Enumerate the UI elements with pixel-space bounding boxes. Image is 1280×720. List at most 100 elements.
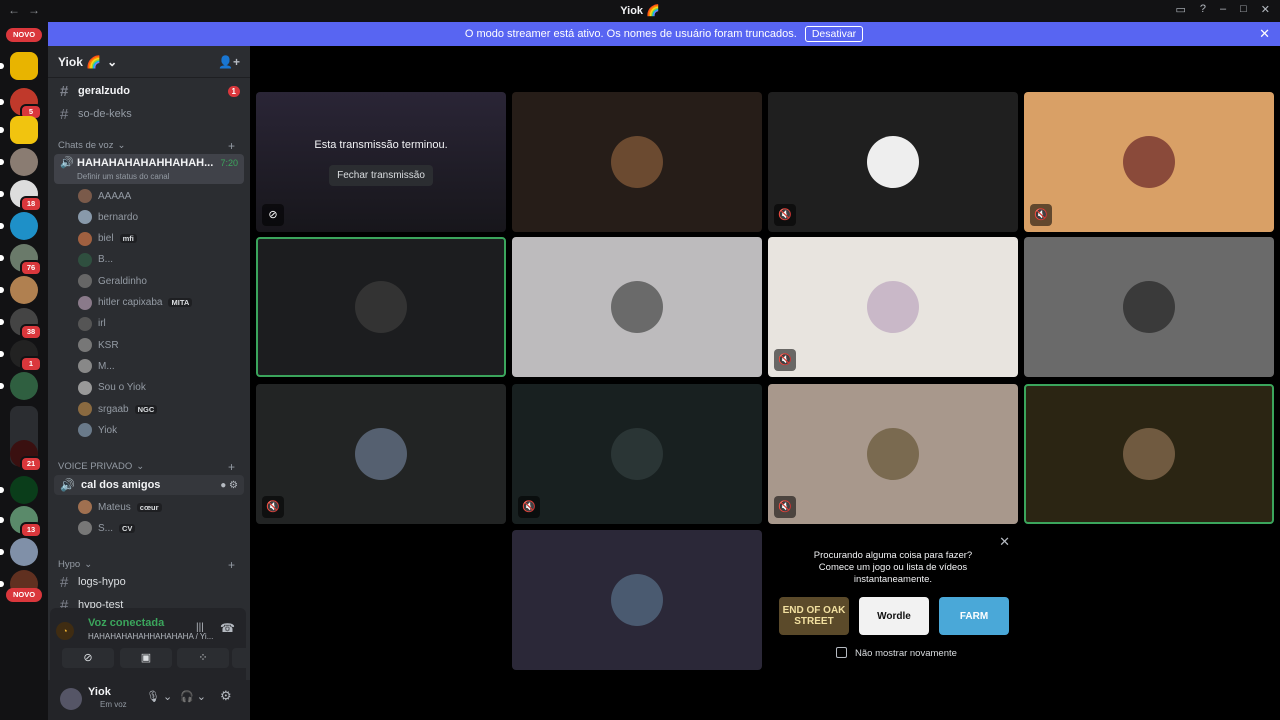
private-voice-channel[interactable]: 🔊 cal dos amigos ● ⚙: [54, 475, 244, 495]
disable-streamer-button[interactable]: Desativar: [804, 26, 864, 42]
server-header[interactable]: Yiok 🌈 ⌄ 👤+: [48, 46, 250, 78]
server-icon[interactable]: 13: [0, 506, 42, 538]
chevron-down-icon: ⌄: [136, 461, 145, 472]
server-icon[interactable]: [0, 148, 38, 176]
user-tag: MITA: [168, 298, 193, 307]
disconnect-icon[interactable]: ☎: [220, 621, 235, 635]
participant-tile[interactable]: [1024, 237, 1274, 377]
screen-share-button[interactable]: ▣: [120, 648, 172, 668]
noise-icon[interactable]: |||: [196, 622, 204, 633]
avatar: [1123, 428, 1175, 480]
server-icon[interactable]: [0, 538, 38, 566]
server-icon[interactable]: 76: [0, 244, 42, 276]
game-card[interactable]: FARM: [939, 597, 1009, 635]
channel-logs-hypo[interactable]: # logs-hypo: [54, 571, 244, 593]
channel-label: cal dos amigos: [80, 479, 161, 491]
server-icon[interactable]: 1: [0, 340, 42, 372]
private-user[interactable]: Mateus cœur: [78, 497, 242, 517]
avatar: [867, 428, 919, 480]
voice-timer: 7:20: [220, 158, 238, 168]
server-icon[interactable]: 18: [0, 180, 42, 212]
user-name: Sou o Yiok: [98, 382, 146, 394]
server-icon[interactable]: 5: [0, 88, 42, 120]
participant-tile[interactable]: [1024, 384, 1274, 524]
voice-user[interactable]: Geraldinho: [78, 271, 242, 291]
voice-user[interactable]: M...: [78, 356, 242, 376]
window-controls[interactable]: ▭? – □ ✕: [1175, 3, 1270, 16]
active-voice-channel[interactable]: 🔊 HAHAHAHAHAHHAHAH... 7:20 Definir um st…: [54, 154, 244, 184]
add-channel-icon[interactable]: +: [228, 139, 235, 153]
private-user[interactable]: S... CV: [78, 518, 242, 538]
server-icon[interactable]: [0, 372, 38, 400]
mic-icon[interactable]: 🎙 ⌄: [146, 690, 172, 703]
server-icon[interactable]: [0, 212, 38, 240]
game-card[interactable]: Wordle: [859, 597, 929, 635]
user-tag: mfi: [119, 234, 137, 244]
server-icon[interactable]: [0, 476, 38, 504]
participant-tile[interactable]: [512, 92, 762, 232]
participant-tile[interactable]: 🔇: [1024, 92, 1274, 232]
channel-so-de-keks[interactable]: # so-de-keks: [54, 103, 244, 125]
channel-label: geralzudo: [78, 85, 130, 97]
dont-show-label[interactable]: Não mostrar novamente: [855, 648, 957, 659]
close-stream-button[interactable]: Fechar transmissão: [329, 164, 433, 186]
voice-user[interactable]: srgaab NGC: [78, 399, 242, 419]
close-icon[interactable]: ✕: [999, 534, 1010, 550]
voice-user[interactable]: Sou o Yiok: [78, 378, 242, 398]
add-channel-icon[interactable]: +: [228, 558, 235, 572]
server-icon[interactable]: 38: [0, 308, 42, 340]
inbox-icon: ▭: [1175, 4, 1186, 16]
participant-tile[interactable]: 🔇: [768, 237, 1018, 377]
channel-actions[interactable]: ● ⚙: [220, 480, 244, 491]
game-card[interactable]: END OF OAK STREET: [779, 597, 849, 635]
avatar: [78, 500, 92, 514]
gear-icon[interactable]: ⚙: [220, 688, 232, 704]
participant-tile[interactable]: [512, 530, 762, 670]
server-icon[interactable]: [0, 116, 38, 144]
avatar: [355, 281, 407, 333]
avatar[interactable]: [60, 688, 82, 710]
participant-tile[interactable]: 🔇: [768, 92, 1018, 232]
voice-user[interactable]: KSR: [78, 335, 242, 355]
voice-user[interactable]: Yiok: [78, 420, 242, 440]
participant-tile[interactable]: 🔇: [512, 384, 762, 524]
connected-channel[interactable]: HAHAHAHAHAHHAHAHAHA / Yi...: [88, 632, 213, 641]
invite-icon[interactable]: 👤+: [218, 55, 240, 69]
user-name: hitler capixaba: [98, 297, 163, 308]
server-icon[interactable]: 21: [10, 440, 42, 472]
voice-user[interactable]: B...: [78, 250, 242, 270]
category-hypo[interactable]: Hypo ⌄ +: [58, 558, 235, 572]
voice-channel-name: HAHAHAHAHAHHAHAH...: [77, 157, 214, 169]
category-private-voice[interactable]: VOICE PRIVADO ⌄ +: [58, 460, 235, 474]
participant-tile[interactable]: 🔇: [256, 384, 506, 524]
banner-close-icon[interactable]: ✕: [1259, 26, 1270, 42]
hash-icon: #: [60, 573, 69, 591]
chevron-down-icon: ⌄: [107, 54, 118, 69]
voice-connected-label[interactable]: Voz conectada: [88, 617, 164, 629]
voice-user[interactable]: AAAAA: [78, 186, 242, 206]
participant-tile[interactable]: 🔇: [768, 384, 1018, 524]
mic-muted-icon: 🔇: [774, 204, 796, 226]
user-tag: NGC: [134, 404, 158, 414]
avatar: [78, 295, 92, 310]
signal-icon[interactable]: ◔: [56, 622, 74, 640]
participant-tile[interactable]: [256, 237, 506, 377]
channel-status[interactable]: Definir um status do canal: [77, 172, 170, 181]
voice-user[interactable]: bernardo: [78, 207, 242, 227]
voice-grid: Esta transmissão terminou. Fechar transm…: [250, 46, 1280, 720]
voice-user[interactable]: hitler capixaba MITA: [78, 293, 242, 313]
checkbox[interactable]: [836, 647, 847, 658]
camera-button[interactable]: ⊘: [62, 648, 114, 668]
participant-tile[interactable]: [512, 237, 762, 377]
activities-button[interactable]: ⁘: [177, 648, 229, 668]
activity-suggestion: ✕ Procurando alguma coisa para fazer? Co…: [768, 530, 1018, 670]
avatar: [611, 574, 663, 626]
server-icon[interactable]: [0, 276, 38, 304]
headset-icon[interactable]: 🎧 ⌄: [180, 690, 206, 703]
voice-user[interactable]: irl: [78, 314, 242, 334]
voice-user[interactable]: biel mfi: [78, 229, 242, 249]
server-icon[interactable]: [0, 52, 38, 80]
channel-geralzudo[interactable]: # geralzudo 1: [54, 80, 244, 102]
category-voice[interactable]: Chats de voz ⌄ +: [58, 139, 235, 153]
add-channel-icon[interactable]: +: [228, 460, 235, 474]
